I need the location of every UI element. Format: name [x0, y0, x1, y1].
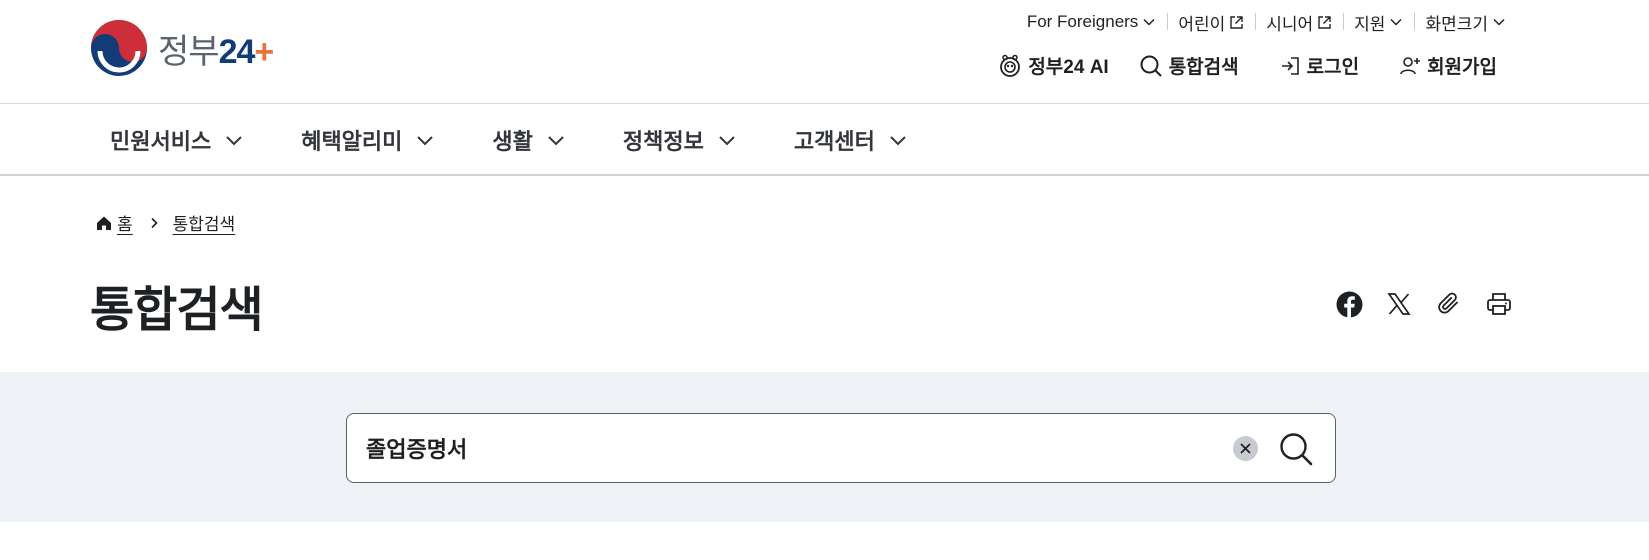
gnb-item-life[interactable]: 생활 [492, 124, 564, 156]
util-support[interactable]: 지원 [1343, 10, 1414, 35]
util-label: 시니어 [1266, 14, 1314, 34]
signup-label: 회원가입 [1427, 57, 1497, 78]
signup-button[interactable]: 회원가입 [1399, 52, 1497, 79]
chevron-down-icon [548, 136, 564, 146]
x-share-button[interactable] [1385, 290, 1413, 318]
taegeuk-emblem-icon [91, 20, 147, 76]
search-input[interactable] [366, 414, 1226, 482]
clear-search-button[interactable] [1233, 436, 1258, 461]
chevron-down-icon [890, 136, 906, 146]
site-header: 정부24+ For Foreigners 어린이 시니어 지원 화면크기 정부2… [0, 0, 1649, 104]
util-label: For Foreigners [1026, 12, 1139, 31]
add-user-icon [1400, 56, 1421, 74]
gnb-item-policy[interactable]: 정책정보 [623, 124, 736, 156]
breadcrumb-current[interactable]: 통합검색 [173, 210, 236, 235]
gnb-item-civil-services[interactable]: 민원서비스 [110, 124, 243, 156]
print-icon [1487, 293, 1511, 315]
integrated-search-link[interactable]: 통합검색 [1139, 52, 1239, 79]
login-icon [1281, 56, 1299, 75]
chevron-down-icon [226, 136, 242, 146]
search-submit-button[interactable] [1277, 430, 1315, 468]
facebook-share-button[interactable] [1335, 290, 1363, 318]
search-icon [1280, 433, 1313, 466]
global-nav: 민원서비스 혜택알리미 생활 정책정보 고객센터 [0, 104, 1649, 176]
ai-label: 정부24 AI [1028, 57, 1109, 78]
paperclip-icon [1438, 292, 1458, 314]
facebook-icon [1336, 291, 1362, 318]
chevron-down-icon [1390, 18, 1402, 26]
util-screen-size[interactable]: 화면크기 [1414, 10, 1506, 35]
util-children[interactable]: 어린이 [1167, 10, 1255, 35]
site-logo[interactable]: 정부24+ [90, 19, 274, 77]
home-icon [97, 216, 111, 230]
breadcrumb-home[interactable]: 홈 [96, 210, 133, 235]
chevron-down-icon [1493, 18, 1505, 26]
util-label: 지원 [1354, 14, 1386, 34]
search-box [346, 413, 1336, 483]
util-senior[interactable]: 시니어 [1255, 10, 1343, 35]
main-utility-nav: 정부24 AI 통합검색 로그인 회원가입 [998, 52, 1497, 79]
external-link-icon [1230, 15, 1243, 29]
copy-link-button[interactable] [1435, 290, 1463, 318]
gnb-label: 민원서비스 [110, 129, 212, 154]
share-tools [1335, 290, 1513, 318]
logo-wordmark: 정부24+ [158, 32, 274, 71]
search-section [0, 372, 1649, 522]
breadcrumb-home-label: 홈 [117, 215, 133, 234]
login-button[interactable]: 로그인 [1279, 52, 1359, 79]
chevron-right-icon [149, 217, 159, 229]
print-button[interactable] [1485, 290, 1513, 318]
gnb-label: 생활 [492, 129, 533, 154]
ai-robot-icon [1000, 54, 1021, 77]
chevron-down-icon [1143, 18, 1155, 26]
gnb-item-customer-center[interactable]: 고객센터 [794, 124, 907, 156]
utility-nav: For Foreigners 어린이 시니어 지원 화면크기 [1016, 10, 1506, 34]
gnb-label: 혜택알리미 [301, 129, 403, 154]
util-for-foreigners[interactable]: For Foreigners [1016, 12, 1167, 32]
search-icon [1140, 55, 1162, 77]
global-nav-list: 민원서비스 혜택알리미 생활 정책정보 고객센터 [110, 104, 965, 176]
search-link-label: 통합검색 [1168, 57, 1239, 78]
gnb-label: 정책정보 [622, 129, 704, 154]
external-link-icon [1318, 15, 1331, 29]
ai-button[interactable]: 정부24 AI [998, 52, 1109, 79]
login-label: 로그인 [1306, 57, 1360, 78]
util-label: 화면크기 [1425, 14, 1488, 34]
util-label: 어린이 [1178, 14, 1226, 34]
x-icon [1387, 293, 1411, 315]
page-title: 통합검색 [90, 284, 264, 337]
gnb-item-benefits[interactable]: 혜택알리미 [301, 124, 434, 156]
chevron-down-icon [417, 136, 434, 146]
chevron-down-icon [719, 136, 735, 146]
close-icon [1240, 443, 1251, 454]
gnb-label: 고객센터 [793, 129, 875, 154]
breadcrumb: 홈 통합검색 [96, 210, 235, 235]
